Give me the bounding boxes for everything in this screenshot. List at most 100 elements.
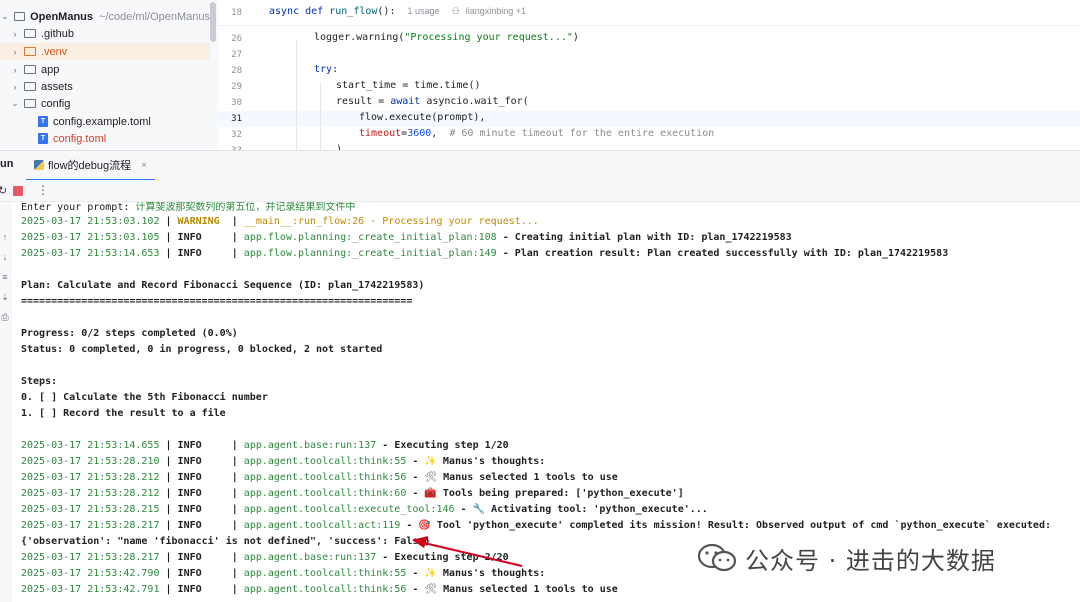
- indent-guide: [296, 40, 297, 150]
- target-icon: 🎯: [418, 520, 431, 531]
- line-number-current: 31: [231, 114, 242, 124]
- log-message: Executing step 1/20: [394, 440, 509, 451]
- usages-hint[interactable]: 1 usage: [408, 6, 440, 16]
- log-message: Tools being prepared: ['python_execute']: [442, 488, 684, 499]
- console-line: 2025-03-17 21:53:42.791 | INFO | app.age…: [21, 584, 618, 595]
- tree-item-assets[interactable]: › assets: [0, 78, 210, 95]
- sticky-code: async def run_flow(): 1 usage ⚇ liangxin…: [269, 6, 526, 17]
- watermark: 公众号 · 进击的大数据: [697, 538, 996, 578]
- step-item: 0. [ ] Calculate the 5th Fibonacci numbe…: [21, 392, 268, 403]
- log-timestamp: 2025-03-17 21:53:28.215: [21, 504, 160, 515]
- code-line-31: flow.execute(prompt),: [359, 112, 486, 123]
- console-line: 2025-03-17 21:53:03.105 | INFO | app.flo…: [21, 232, 792, 243]
- log-message: Tool 'python_execute' completed its miss…: [436, 520, 1051, 531]
- scroll-end-icon[interactable]: ⇣: [0, 292, 10, 303]
- step-item: 1. [ ] Record the result to a file: [21, 408, 226, 419]
- console-line: 2025-03-17 21:53:14.655 | INFO | app.age…: [21, 440, 509, 451]
- hammer-wrench-icon: 🛠: [424, 584, 438, 595]
- prompt-label: Enter your prompt:: [21, 202, 136, 213]
- chevron-down-icon[interactable]: ⌄: [0, 11, 10, 22]
- log-timestamp: 2025-03-17 21:53:14.653: [21, 248, 160, 259]
- chevron-right-icon[interactable]: ›: [10, 65, 20, 75]
- down-arrow-icon[interactable]: ↓: [0, 252, 10, 262]
- console-line: 2025-03-17 21:53:14.653 | INFO | app.flo…: [21, 248, 949, 259]
- line-number: 32: [231, 130, 242, 140]
- folder-icon: [24, 29, 36, 38]
- tree-item-config[interactable]: ⌄ config: [0, 95, 210, 112]
- tree-item-github[interactable]: › .github: [0, 25, 210, 42]
- code-line-30: result = await asyncio.wait_for(: [336, 96, 529, 107]
- tree-scrollbar[interactable]: [210, 2, 216, 42]
- code-token: :: [332, 64, 339, 75]
- log-timestamp: 2025-03-17 21:53:42.791: [21, 584, 160, 595]
- log-message: Activating tool: 'python_execute'...: [491, 504, 708, 515]
- toolbox-icon: 🧰: [424, 488, 437, 499]
- hammer-wrench-icon: 🛠: [424, 472, 438, 483]
- code-token: 3600: [407, 128, 432, 139]
- chevron-down-icon[interactable]: ⌄: [10, 98, 20, 109]
- log-module: app.agent.toolcall:think:56: [243, 472, 407, 483]
- current-line-highlight: [218, 111, 1080, 127]
- code-token: asyncio.wait_for(: [420, 96, 529, 107]
- log-module: app.agent.toolcall:think:55: [243, 456, 407, 467]
- chevron-right-icon[interactable]: ›: [10, 82, 20, 92]
- tree-item-label: .github: [41, 27, 75, 40]
- console-line-prompt: Enter your prompt: 计算斐波那契数列的第五位，并记录结果到文件…: [21, 202, 355, 213]
- log-timestamp: 2025-03-17 21:53:28.210: [21, 456, 160, 467]
- steps-title: Steps:: [21, 376, 58, 387]
- line-number: 27: [231, 50, 242, 60]
- log-level: INFO: [177, 440, 202, 451]
- log-module: app.agent.toolcall:think:55: [243, 568, 407, 579]
- sparkles-icon: ✨: [424, 568, 437, 579]
- console-line: 2025-03-17 21:53:28.210 | INFO | app.age…: [21, 456, 546, 467]
- chevron-right-icon[interactable]: ›: [10, 29, 20, 39]
- print-icon[interactable]: ⎙: [0, 312, 10, 323]
- log-module: app.agent.base:run:137: [243, 552, 377, 563]
- watermark-text: 公众号 · 进击的大数据: [745, 546, 996, 575]
- console-line: 2025-03-17 21:53:28.212 | INFO | app.age…: [21, 488, 684, 499]
- log-message: Manus selected 1 tools to use: [443, 584, 618, 595]
- tree-item-label: config: [41, 97, 71, 110]
- sparkles-icon: ✨: [424, 456, 437, 467]
- log-level: INFO: [177, 552, 202, 563]
- close-icon[interactable]: ×: [141, 160, 147, 171]
- line-number: 30: [231, 98, 242, 108]
- tree-root[interactable]: ⌄ OpenManus ~/code/ml/OpenManus: [0, 8, 210, 25]
- code-token: result =: [336, 96, 391, 107]
- code-editor[interactable]: 18 async def run_flow(): 1 usage ⚇ liang…: [218, 0, 1080, 150]
- log-message: Executing step 2/20: [394, 552, 509, 563]
- line-number: 28: [231, 66, 242, 76]
- tree-item-venv[interactable]: › .venv: [0, 43, 210, 60]
- plan-title: Plan: Calculate and Record Fibonacci Seq…: [21, 280, 425, 291]
- folder-icon: [13, 12, 26, 21]
- plan-status: Status: 0 completed, 0 in progress, 0 bl…: [21, 344, 383, 355]
- soft-wrap-icon[interactable]: ≡: [0, 272, 10, 282]
- wechat-logo-icon: [697, 543, 737, 572]
- sticky-header[interactable]: 18 async def run_flow(): 1 usage ⚇ liang…: [218, 0, 1080, 26]
- tree-item-app[interactable]: › app: [0, 61, 210, 78]
- run-tab[interactable]: flow的debug流程 ×: [26, 151, 155, 181]
- tree-item-config-example[interactable]: T config.example.toml: [0, 113, 210, 130]
- code-line-29: start_time = time.time(): [336, 80, 481, 91]
- more-options-icon[interactable]: ⋮: [37, 183, 49, 197]
- keyword: async: [269, 6, 300, 17]
- log-module: app.agent.base:run:137: [243, 440, 377, 451]
- log-level: INFO: [177, 520, 202, 531]
- rerun-icon[interactable]: ↻: [0, 184, 7, 197]
- log-module: app.agent.toolcall:think:60: [243, 488, 407, 499]
- tree-item-config-toml[interactable]: T config.toml: [0, 130, 210, 147]
- chevron-right-icon[interactable]: ›: [10, 47, 20, 57]
- keyword: try: [314, 64, 333, 75]
- line-number: 26: [231, 34, 242, 44]
- folder-icon: [24, 99, 36, 108]
- code-token: logger.warning(: [314, 32, 405, 43]
- up-arrow-icon[interactable]: ↑: [0, 232, 10, 242]
- folder-icon: [24, 65, 36, 74]
- code-token: "Processing your request...": [404, 32, 573, 43]
- log-timestamp: 2025-03-17 21:53:03.105: [21, 232, 160, 243]
- log-message: Plan creation result: Plan created succe…: [514, 248, 949, 259]
- stop-button[interactable]: [13, 186, 23, 196]
- line-number: 18: [231, 8, 242, 18]
- author-hint[interactable]: liangxinbing +1: [466, 6, 526, 16]
- log-level: INFO: [177, 584, 202, 595]
